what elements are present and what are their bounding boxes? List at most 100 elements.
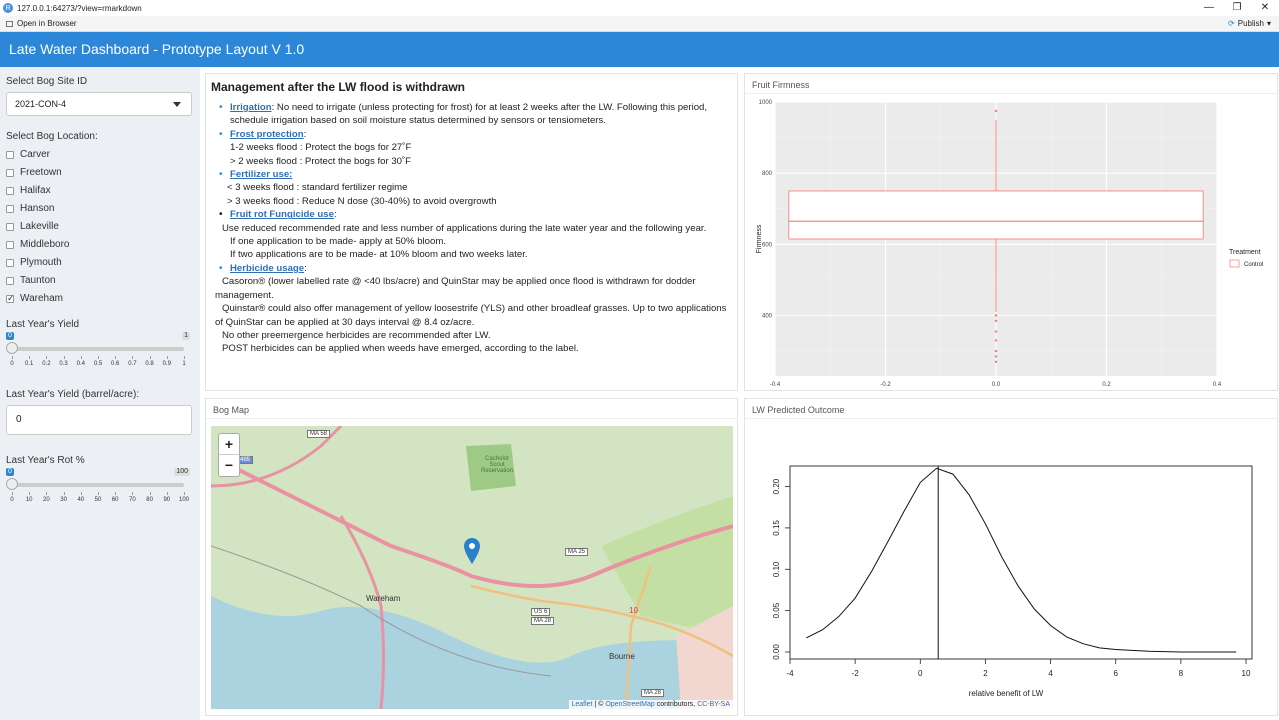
y-tick-label: 400 xyxy=(762,314,773,320)
outlier-point xyxy=(994,319,998,323)
slider-tick-label: 0.6 xyxy=(111,361,120,367)
checkbox[interactable] xyxy=(6,150,14,159)
slider-tick-label: 20 xyxy=(43,497,50,503)
yield-input-label: Last Year's Yield (barrel/acre): xyxy=(6,389,140,400)
close-icon[interactable]: ✕ xyxy=(1251,0,1279,16)
publish-button[interactable]: ⟳ Publish ▾ xyxy=(1228,19,1271,28)
map-attribution: Leaflet | © OpenStreetMap contributors, … xyxy=(568,700,733,709)
zoom-control: + − xyxy=(218,433,240,477)
x-tick-label: 4 xyxy=(1048,669,1053,678)
slider-tick-label: 0.9 xyxy=(162,361,171,367)
osm-link[interactable]: OpenStreetMap xyxy=(605,701,654,708)
bog-map-panel: Bog Map MA 58 495 Cacholot Scout Reserva… xyxy=(205,398,738,716)
slider-tick xyxy=(132,356,134,359)
slider-tick xyxy=(12,492,13,495)
checkbox[interactable] xyxy=(6,276,14,285)
slider-tick-label: 90 xyxy=(163,497,171,503)
location-checkbox-freetown[interactable]: Freetown xyxy=(6,167,62,178)
legend-title: Treatment xyxy=(1229,249,1261,256)
rot-slider-handle[interactable] xyxy=(6,478,18,490)
herbicide-link[interactable]: Herbicide usage xyxy=(230,263,304,274)
fungicide-link[interactable]: Fruit rot Fungicide use xyxy=(230,209,334,220)
caret-down-icon xyxy=(173,102,181,107)
site-id-select[interactable]: 2021-CON-4 xyxy=(6,92,192,116)
open-in-browser-label: Open in Browser xyxy=(17,19,77,28)
x-tick-label: 6 xyxy=(1113,669,1118,678)
slider-tick-label: 0.4 xyxy=(76,361,85,367)
yield-input[interactable]: 0 xyxy=(6,405,192,435)
lw-outcome-title: LW Predicted Outcome xyxy=(745,399,1277,419)
irrigation-item: Irrigation: No need to irrigate (unless … xyxy=(211,101,732,128)
checkbox[interactable] xyxy=(6,240,14,249)
slider-tick-label: 50 xyxy=(94,497,102,503)
location-checkbox-taunton[interactable]: Taunton xyxy=(6,275,56,286)
firmness-boxplot: -0.4 -0.2 0.0 0.2 0.4 400 600 800 1000 Firmness Tr… xyxy=(756,100,1263,388)
slider-tick-label: 60 xyxy=(111,497,119,503)
site-id-value: 2021-CON-4 xyxy=(15,99,67,109)
slider-tick xyxy=(46,356,48,359)
frost-link[interactable]: Frost protection xyxy=(230,129,304,140)
map-marker-icon[interactable] xyxy=(464,538,480,566)
lw-outcome-panel: LW Predicted Outcome -4 -2 0 2 4 6 8 10 0.00 0.05… xyxy=(744,398,1278,716)
slider-tick-label: 0 xyxy=(10,497,14,503)
x-tick-label: 8 xyxy=(1179,669,1184,678)
checkbox[interactable] xyxy=(6,222,14,231)
rot-label: Last Year's Rot % xyxy=(6,455,85,466)
leaflet-link[interactable]: Leaflet xyxy=(572,701,593,708)
bog-map[interactable]: MA 58 495 Cacholot Scout Reservation MA … xyxy=(211,426,733,709)
route-10-label: 10 xyxy=(629,606,638,615)
location-label: Halifax xyxy=(20,185,51,196)
outlier-point xyxy=(994,109,998,113)
location-checkbox-wareham[interactable]: Wareham xyxy=(6,293,63,304)
map-tiles xyxy=(211,426,733,709)
slider-tick-label: 0.7 xyxy=(128,361,137,367)
density-curve xyxy=(806,467,1237,653)
checkbox[interactable] xyxy=(6,168,14,177)
checkbox[interactable] xyxy=(6,293,15,304)
fungicide-line: If two applications are to be made- at 1… xyxy=(230,249,528,261)
publish-icon: ⟳ xyxy=(1228,19,1235,28)
location-label: Carver xyxy=(20,149,51,160)
herbicide-line: Casoron® (lower labelled rate @ <40 lbs/… xyxy=(215,276,696,301)
restore-icon[interactable]: ❐ xyxy=(1223,0,1251,16)
location-checkbox-middleboro[interactable]: Middleboro xyxy=(6,239,69,250)
slider-tick-label: 40 xyxy=(77,497,85,503)
rot-slider-ticks: 0 10 20 30 40 50 60 70 80 90 100 xyxy=(6,492,190,506)
x-axis-label: relative benefit of LW xyxy=(969,689,1044,698)
minimize-icon[interactable]: — xyxy=(1195,0,1223,16)
x-tick-label: 2 xyxy=(983,669,988,678)
herbicide-line: POST herbicides can be applied when weed… xyxy=(222,343,579,355)
checkbox[interactable] xyxy=(6,204,14,213)
checkbox[interactable] xyxy=(6,186,14,195)
dashboard-header: Late Water Dashboard - Prototype Layout … xyxy=(0,32,1279,67)
slider-tick xyxy=(149,356,151,359)
x-tick-label: 0.4 xyxy=(1213,382,1222,388)
fungicide-line: If one application to be made- apply at … xyxy=(230,236,446,248)
yield-slider-handle[interactable] xyxy=(6,342,18,354)
cc-link[interactable]: CC-BY-SA xyxy=(697,701,730,708)
yield-slider-track[interactable] xyxy=(12,347,184,351)
slider-tick-label: 70 xyxy=(129,497,136,503)
location-checkbox-carver[interactable]: Carver xyxy=(6,149,50,160)
location-label: Middleboro xyxy=(20,239,70,250)
rot-slider-track[interactable] xyxy=(12,483,184,487)
route-ma28-label: MA 28 xyxy=(531,617,555,625)
location-checkbox-lakeville[interactable]: Lakeville xyxy=(6,221,59,232)
location-checkbox-hanson[interactable]: Hanson xyxy=(6,203,54,214)
zoom-in-button[interactable]: + xyxy=(219,434,239,455)
irrigation-link[interactable]: Irrigation xyxy=(230,102,272,113)
x-tick-label: 0.2 xyxy=(1102,382,1111,388)
yield-slider-max: 1 xyxy=(182,332,190,340)
checkbox[interactable] xyxy=(6,258,14,267)
route-us6-label: US 6 xyxy=(531,608,551,616)
fertilizer-link[interactable]: Fertilizer use: xyxy=(230,169,292,180)
slider-tick-label: 100 xyxy=(178,497,190,503)
location-checkbox-halifax[interactable]: Halifax xyxy=(6,185,51,196)
open-in-browser-button[interactable]: Open in Browser xyxy=(6,19,77,28)
zoom-out-button[interactable]: − xyxy=(219,455,239,476)
location-checkbox-plymouth[interactable]: Plymouth xyxy=(6,257,62,268)
outlier-point xyxy=(994,314,998,317)
herbicide-line: Quinstar® could also offer management of… xyxy=(215,303,727,328)
y-tick-label: 0.20 xyxy=(772,478,781,494)
herbicide-line: No other preemergence herbicides are rec… xyxy=(222,329,491,341)
